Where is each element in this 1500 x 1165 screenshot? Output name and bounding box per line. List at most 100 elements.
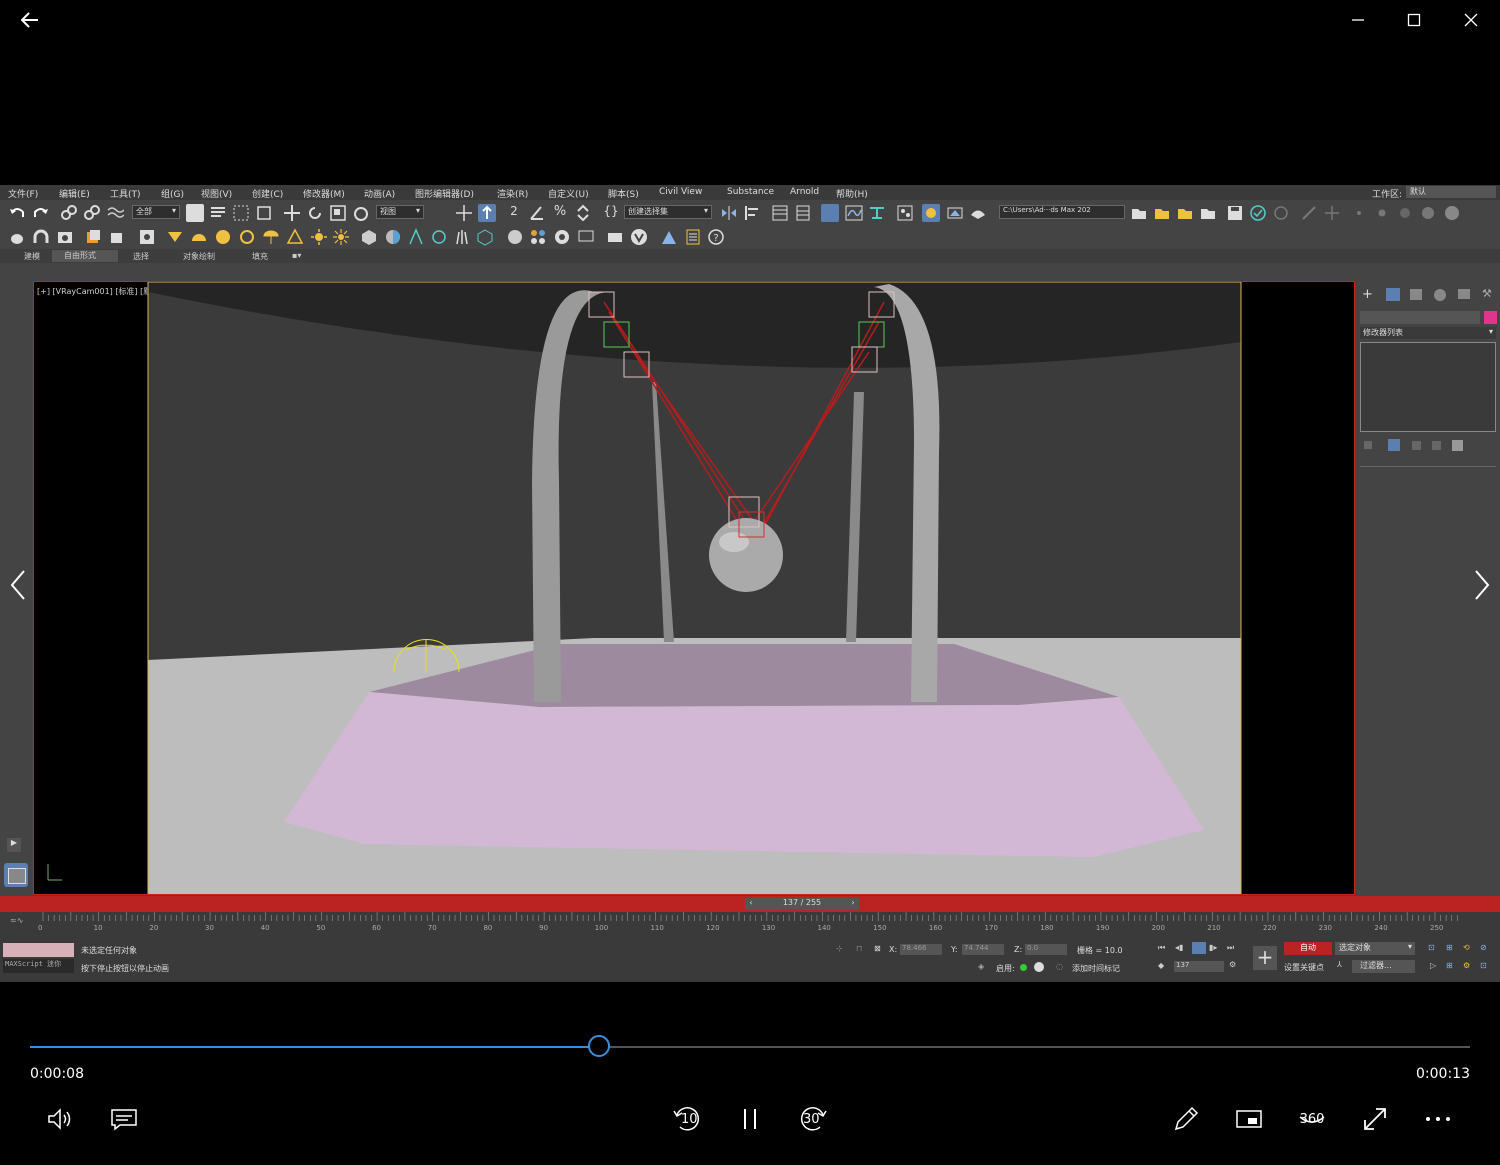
menu-item-5[interactable]: 创建(C)	[252, 187, 283, 200]
menu-item-4[interactable]: 视图(V)	[201, 187, 232, 200]
save-icon[interactable]	[1226, 204, 1244, 222]
key-filters-button[interactable]: 过滤器...	[1352, 960, 1415, 973]
select-object-icon[interactable]	[186, 204, 204, 222]
subtitles-button[interactable]	[102, 1097, 146, 1141]
maxscript-listener[interactable]	[3, 943, 74, 957]
modify-tab-icon[interactable]	[1386, 288, 1400, 301]
group-icon[interactable]	[138, 228, 156, 246]
menu-item-12[interactable]: Civil View	[659, 187, 702, 197]
ribbon-options-icon[interactable]: ▪▾	[292, 251, 301, 260]
menu-item-13[interactable]: Substance	[727, 187, 774, 197]
fullscreen-button[interactable]	[1353, 1097, 1397, 1141]
pause-animation-icon[interactable]	[1192, 942, 1206, 954]
selection-lock-icon[interactable]: ⊹	[836, 944, 843, 953]
named-selection-dropdown[interactable]: 创建选择集 ▾	[624, 205, 712, 219]
move-icon[interactable]	[283, 204, 301, 222]
dot-small-icon[interactable]	[1350, 204, 1368, 222]
light-spot-icon[interactable]	[166, 228, 184, 246]
grass-icon[interactable]	[453, 228, 471, 246]
orbit-icon[interactable]: ⚙	[1463, 961, 1470, 970]
minimize-button[interactable]	[1340, 4, 1376, 36]
sphere-shade-icon[interactable]	[384, 228, 402, 246]
time-slider[interactable]: ‹ 137 / 255 ›	[0, 896, 1500, 912]
dot-xlarge-icon[interactable]	[1419, 204, 1437, 222]
set-key-label[interactable]: 设置关键点	[1284, 962, 1324, 973]
previous-video-button[interactable]	[3, 560, 33, 610]
edit-button[interactable]	[1164, 1097, 1208, 1141]
viewport-layout-icon[interactable]	[4, 863, 28, 887]
box-stack-icon[interactable]	[108, 228, 126, 246]
render-production-icon[interactable]	[969, 204, 987, 222]
track-bar-toggle-icon[interactable]: ≈∿	[10, 916, 23, 925]
viewport[interactable]: [+] [VRayCam001] [标准] [默认明暗处理]	[33, 281, 1355, 895]
pin-stack-icon[interactable]	[1364, 441, 1372, 449]
hierarchy-tab-icon[interactable]	[1410, 289, 1422, 300]
next-key-icon[interactable]: ▮▸	[1209, 943, 1217, 952]
tool-b-icon[interactable]	[1323, 204, 1341, 222]
curve-editor-icon[interactable]	[845, 204, 863, 222]
proxy-icon[interactable]	[430, 228, 448, 246]
motion-tab-icon[interactable]	[1434, 289, 1446, 301]
dot-medium-icon[interactable]	[1373, 204, 1391, 222]
light-ies-icon[interactable]	[238, 228, 256, 246]
scene-converter-icon[interactable]	[660, 228, 678, 246]
redo-icon[interactable]	[32, 204, 50, 222]
maximize-viewport-icon[interactable]: ⊡	[1480, 961, 1487, 970]
help-search-icon[interactable]	[1272, 204, 1290, 222]
maximize-button[interactable]	[1396, 4, 1432, 36]
seek-bar-thumb[interactable]	[587, 1035, 610, 1057]
snap-toggle-icon[interactable]: 2	[505, 204, 523, 222]
place-icon[interactable]	[352, 204, 370, 222]
material-browser-icon[interactable]	[553, 228, 571, 246]
dot-large-icon[interactable]	[1396, 204, 1414, 222]
key-set-dropdown[interactable]: 选定对象 ▾	[1335, 942, 1415, 955]
maxscript-mini[interactable]: MAXScript 迷你	[3, 959, 74, 973]
add-time-tag[interactable]: 添加时间标记	[1072, 963, 1120, 974]
light-sphere-icon[interactable]	[214, 228, 232, 246]
play-small-icon[interactable]: ▶	[7, 838, 21, 852]
pivot-icon[interactable]	[455, 204, 473, 222]
goto-start-icon[interactable]: ⏮	[1158, 943, 1165, 953]
dot-full-icon[interactable]	[1443, 204, 1461, 222]
back-button[interactable]	[12, 4, 48, 36]
cube-icon[interactable]	[360, 228, 378, 246]
menu-item-1[interactable]: 编辑(E)	[59, 187, 90, 200]
utilities-tab-icon[interactable]: ⚒	[1482, 287, 1492, 300]
angle-snap-icon[interactable]	[528, 204, 546, 222]
folder-settings-icon[interactable]	[1199, 204, 1217, 222]
configure-sets-icon[interactable]	[1452, 440, 1463, 451]
remove-modifier-icon[interactable]	[1432, 441, 1441, 450]
field-of-view-icon[interactable]: ▷	[1430, 961, 1436, 970]
check-icon[interactable]	[1249, 204, 1267, 222]
help-icon[interactable]: ?	[707, 228, 725, 246]
ribbon-toggle-icon[interactable]	[821, 204, 839, 222]
workspace-dropdown[interactable]: 默认	[1406, 186, 1496, 198]
arch-icon[interactable]	[32, 228, 50, 246]
menu-item-0[interactable]: 文件(F)	[8, 187, 38, 200]
prev-frame-icon[interactable]: ‹	[745, 898, 757, 910]
zoom-all-icon[interactable]: ⊞	[1446, 943, 1453, 952]
mirror-icon[interactable]	[720, 204, 738, 222]
align-icon[interactable]	[743, 204, 761, 222]
skip-forward-button[interactable]: 30	[791, 1097, 835, 1141]
selection-filter-dropdown[interactable]: 全部 ▾	[132, 205, 180, 219]
menu-item-9[interactable]: 渲染(R)	[497, 187, 528, 200]
absolute-mode-icon[interactable]: ⊠	[874, 944, 881, 953]
unlink-icon[interactable]	[83, 204, 101, 222]
teapot-icon[interactable]	[8, 228, 26, 246]
time-config-icon[interactable]: ◆	[1158, 961, 1164, 970]
sun-icon[interactable]	[310, 228, 328, 246]
project-path-dropdown[interactable]: C:\Users\Ad···ds Max 202	[999, 205, 1125, 219]
schematic-view-icon[interactable]	[868, 204, 886, 222]
render-setup-icon[interactable]	[922, 204, 940, 222]
ribbon-tab-selection[interactable]: 选择	[133, 251, 149, 262]
adaptive-degradation-icon[interactable]: ◈	[978, 962, 984, 971]
display-icon[interactable]	[577, 228, 595, 246]
light-dome-icon[interactable]	[190, 228, 208, 246]
percent-snap-icon[interactable]: %	[551, 204, 569, 222]
display-tab-icon[interactable]	[1458, 289, 1470, 299]
ribbon-tab-freeform[interactable]: 自由形式	[52, 250, 118, 262]
select-manipulate-icon[interactable]	[478, 204, 496, 222]
info-icon[interactable]	[1034, 962, 1044, 972]
time-settings-icon[interactable]: ⚙	[1229, 960, 1236, 969]
